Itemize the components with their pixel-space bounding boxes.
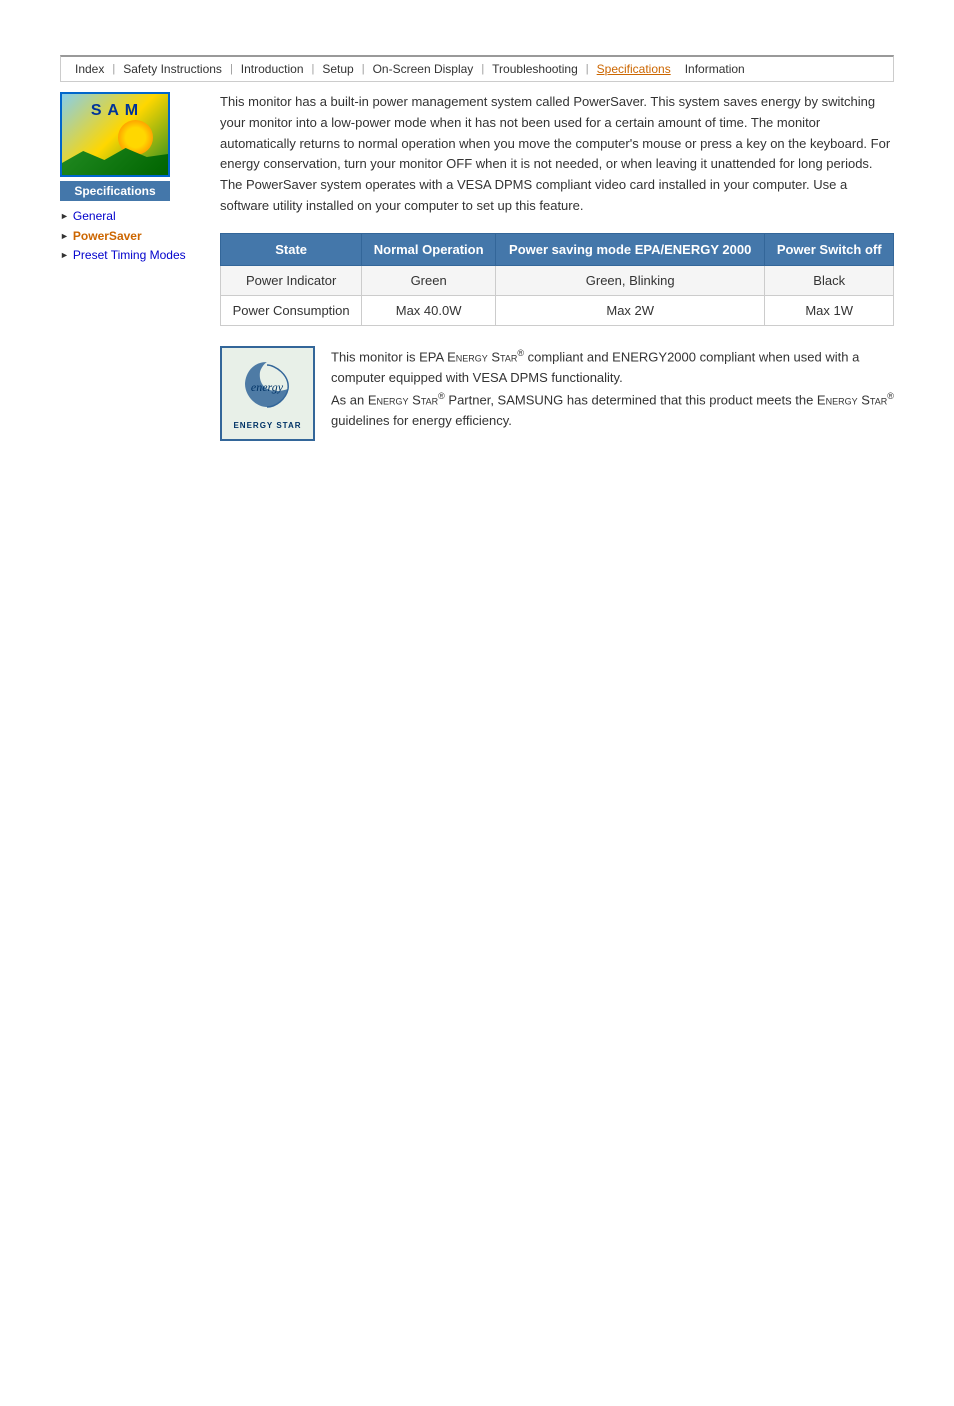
table-header-off: Power Switch off <box>765 233 894 265</box>
intro-paragraph: This monitor has a built-in power manage… <box>220 92 894 217</box>
nav-specifications[interactable]: Specifications <box>591 60 677 78</box>
arrow-icon-general: ► <box>60 211 69 221</box>
sidebar-item-preset[interactable]: ► Preset Timing Modes <box>60 248 200 264</box>
energy-star-label-text: ENERGY STAR <box>233 421 301 430</box>
nav-sep-4: | <box>362 63 365 75</box>
main-content: S A M Specifications ► General ► PowerSa… <box>60 82 894 441</box>
sidebar-link-general[interactable]: General <box>73 209 116 225</box>
sidebar: S A M Specifications ► General ► PowerSa… <box>60 92 200 441</box>
nav-introduction[interactable]: Introduction <box>235 60 310 78</box>
cell-indicator-normal: Green <box>362 265 496 295</box>
nav-osd[interactable]: On-Screen Display <box>367 60 480 78</box>
nav-sep-5: | <box>481 63 484 75</box>
nav-troubleshooting[interactable]: Troubleshooting <box>486 60 584 78</box>
table-row-indicator: Power Indicator Green Green, Blinking Bl… <box>221 265 894 295</box>
logo-mountains-graphic <box>62 145 168 175</box>
cell-indicator-label: Power Indicator <box>221 265 362 295</box>
nav-information[interactable]: Information <box>679 60 751 78</box>
energy-star-brand-2: Energy Star <box>368 392 438 407</box>
sidebar-section-title: Specifications <box>60 181 170 201</box>
energy-star-logo: energy ENERGY STAR <box>220 346 315 441</box>
energy-text-para2: As an Energy Star® Partner, SAMSUNG has … <box>331 389 894 432</box>
energy-star-description: This monitor is EPA Energy Star® complia… <box>331 346 894 432</box>
cell-indicator-saving: Green, Blinking <box>496 265 765 295</box>
nav-setup[interactable]: Setup <box>316 60 359 78</box>
table-header-normal: Normal Operation <box>362 233 496 265</box>
energy-star-brand-3: Energy Star <box>817 392 887 407</box>
logo-brand-text: S A M <box>91 102 139 120</box>
cell-consumption-normal: Max 40.0W <box>362 295 496 325</box>
table-header-saving: Power saving mode EPA/ENERGY 2000 <box>496 233 765 265</box>
sidebar-logo: S A M <box>60 92 170 177</box>
energy-star-brand-1: Energy Star <box>447 349 517 364</box>
cell-consumption-saving: Max 2W <box>496 295 765 325</box>
nav-sep-3: | <box>312 63 315 75</box>
navigation-bar: Index | Safety Instructions | Introducti… <box>60 55 894 82</box>
energy-star-symbol: energy <box>240 357 295 417</box>
sidebar-item-powersaver[interactable]: ► PowerSaver <box>60 229 200 245</box>
energy-text-para1: This monitor is EPA Energy Star® complia… <box>331 346 894 389</box>
nav-sep-2: | <box>230 63 233 75</box>
nav-index[interactable]: Index <box>69 60 110 78</box>
power-table: State Normal Operation Power saving mode… <box>220 233 894 326</box>
sidebar-item-general[interactable]: ► General <box>60 209 200 225</box>
arrow-icon-preset: ► <box>60 250 69 260</box>
cell-consumption-label: Power Consumption <box>221 295 362 325</box>
svg-text:energy: energy <box>251 380 284 394</box>
cell-indicator-off: Black <box>765 265 894 295</box>
cell-consumption-off: Max 1W <box>765 295 894 325</box>
energy-star-svg: energy <box>240 357 295 412</box>
sidebar-link-powersaver[interactable]: PowerSaver <box>73 229 142 245</box>
sidebar-link-preset[interactable]: Preset Timing Modes <box>73 248 186 264</box>
table-row-consumption: Power Consumption Max 40.0W Max 2W Max 1… <box>221 295 894 325</box>
nav-sep-6: | <box>586 63 589 75</box>
nav-sep-1: | <box>112 63 115 75</box>
nav-safety[interactable]: Safety Instructions <box>117 60 228 78</box>
energy-star-section: energy ENERGY STAR This monitor is EPA E… <box>220 346 894 441</box>
content-area: This monitor has a built-in power manage… <box>200 92 894 441</box>
arrow-icon-powersaver: ► <box>60 231 69 241</box>
sidebar-nav-list: ► General ► PowerSaver ► Preset Timing M… <box>60 209 200 264</box>
table-header-state: State <box>221 233 362 265</box>
